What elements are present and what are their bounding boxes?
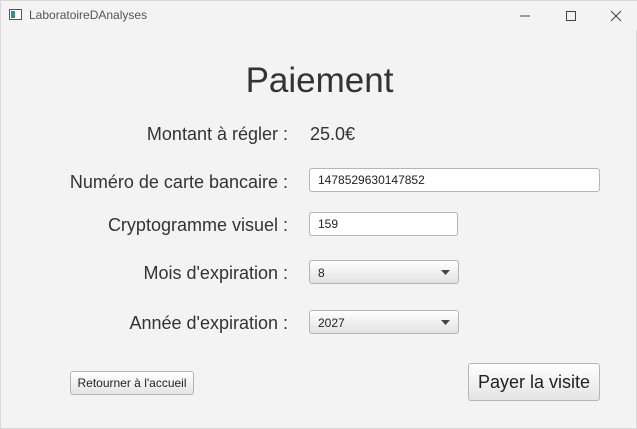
title-bar[interactable]: LaboratoireDAnalyses [1, 1, 637, 30]
exp-month-label: Mois d'expiration : [143, 263, 288, 283]
amount-value: 25.0€ [310, 124, 356, 144]
exp-month-select[interactable]: 8 [309, 260, 459, 284]
pay-visit-button[interactable]: Payer la visite [468, 363, 600, 401]
cvv-label: Cryptogramme visuel : [107, 215, 288, 235]
cvv-input[interactable] [309, 212, 458, 236]
maximize-icon [566, 11, 576, 21]
app-window-icon [9, 9, 22, 20]
card-number-input[interactable] [309, 168, 600, 192]
exp-year-label: Année d'expiration : [129, 313, 288, 333]
maximize-button[interactable] [548, 1, 594, 30]
minimize-icon [520, 15, 530, 17]
chevron-down-icon [441, 320, 450, 325]
close-button[interactable] [593, 1, 637, 30]
close-icon [610, 10, 622, 22]
exp-month-value: 8 [318, 266, 325, 280]
amount-label: Montant à régler : [146, 124, 288, 144]
page-title: Paiement [245, 61, 394, 100]
exp-year-select[interactable]: 2027 [309, 310, 459, 334]
card-number-label: Numéro de carte bancaire : [69, 172, 288, 192]
chevron-down-icon [441, 270, 450, 275]
app-window: LaboratoireDAnalyses Paiement Montant à … [0, 0, 637, 429]
minimize-button[interactable] [502, 1, 548, 30]
window-title: LaboratoireDAnalyses [29, 8, 148, 22]
return-home-button[interactable]: Retourner à l'accueil [70, 371, 194, 395]
exp-year-value: 2027 [318, 316, 345, 330]
